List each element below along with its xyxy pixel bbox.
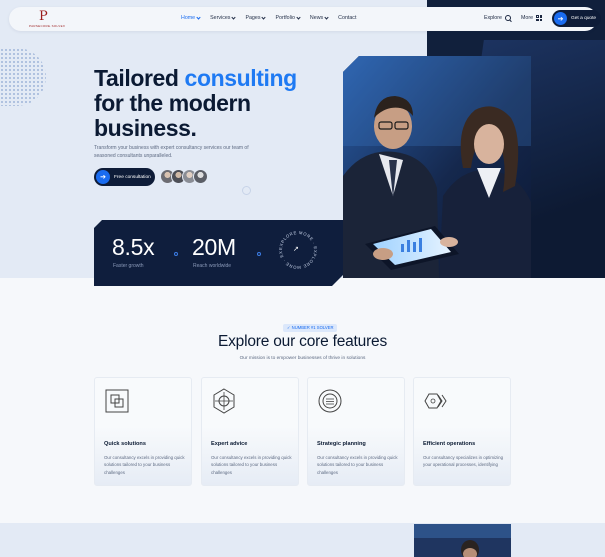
hero-subtitle: Transform your business with expert cons… (94, 145, 249, 159)
stat-label: Faster growth (113, 263, 144, 269)
explore-button[interactable]: Explore (484, 15, 511, 21)
menu-item-news[interactable]: News (310, 14, 329, 21)
stats-card: 8.5x Faster growth 20M Reach worldwide E… (94, 220, 346, 286)
hexagon-chevrons-icon (424, 393, 447, 409)
chevron-down-icon (196, 14, 201, 20)
main-menu: Home Services Pages Portfolio News Conta… (181, 14, 366, 21)
features-title: Explore our core features (217, 333, 388, 350)
hero-title-plain: Tailored (94, 65, 185, 91)
free-consultation-button[interactable]: ➔ Free consultation (94, 168, 155, 186)
arrow-right-icon: ➔ (554, 12, 567, 25)
concentric-circle-icon (318, 389, 342, 413)
feature-card-title: Efficient operations (423, 441, 476, 447)
feature-card-description: Our consultancy excels in providing quic… (317, 455, 398, 475)
menu-item-home[interactable]: Home (181, 14, 201, 21)
more-button[interactable]: More (521, 15, 543, 21)
stat-value: 20M (192, 234, 236, 260)
feature-card-efficient-operations[interactable]: Efficient operations Our consultancy spe… (413, 377, 511, 486)
get-a-quote-label: Get a quote (571, 16, 597, 21)
stat-value: 8.5x (112, 234, 155, 260)
client-avatar-group (160, 169, 208, 184)
free-consultation-label: Free consultation (114, 174, 151, 180)
next-section-background (0, 523, 605, 557)
menu-item-services[interactable]: Services (210, 14, 237, 21)
grid-menu-icon (536, 15, 543, 21)
hero-photo-business-team (343, 56, 531, 278)
chevron-down-icon (231, 14, 237, 20)
hero-title: Tailored consulting for the modern busin… (94, 66, 334, 141)
stat-divider-dot (174, 252, 178, 256)
feature-card-title: Quick solutions (104, 441, 146, 447)
stat-divider-dot (257, 252, 261, 256)
avatar (193, 169, 208, 184)
menu-item-pages[interactable]: Pages (245, 14, 267, 21)
brand-logo[interactable]: P PARSECORE·SOLVEX (29, 9, 66, 28)
logo-mark: P (39, 9, 48, 24)
features-subtitle: Our mission is to empower businesses of … (239, 356, 366, 361)
decorative-ring (242, 186, 251, 195)
arrow-up-right-icon: ↗ (293, 246, 299, 253)
menu-item-contact[interactable]: Contact (338, 15, 356, 21)
explore-label: Explore (484, 15, 502, 21)
feature-card-description: Our consultancy excels in providing quic… (104, 455, 185, 475)
feature-card-strategic-planning[interactable]: Strategic planning Our consultancy excel… (307, 377, 405, 486)
stat-label: Reach worldwide (193, 263, 232, 269)
section-tag-badge: ✓ NUMBER #1 SOLVER (283, 324, 338, 332)
next-section-photo (414, 524, 511, 557)
chevron-down-icon (296, 14, 301, 20)
feature-card-quick-solutions[interactable]: Quick solutions Our consultancy excels i… (94, 377, 192, 486)
arrow-right-icon: ➔ (96, 170, 110, 184)
hero-title-line3: business. (94, 115, 197, 141)
more-label: More (521, 15, 534, 21)
hero-title-accent: consulting (184, 65, 298, 91)
feature-card-title: Strategic planning (317, 441, 366, 447)
chevron-down-icon (324, 14, 329, 20)
hero-title-line2: for the modern (94, 90, 251, 116)
logo-text: PARSECORE·SOLVEX (29, 24, 66, 28)
layered-squares-icon (105, 389, 129, 413)
hexagon-target-icon (213, 388, 235, 414)
feature-card-title: Expert advice (211, 441, 248, 447)
feature-card-expert-advice[interactable]: Expert advice Our consultancy excels in … (201, 377, 299, 486)
top-navbar: P PARSECORE·SOLVEX Home Services Pages P… (9, 7, 601, 31)
feature-card-description: Our consultancy specializes in optimizin… (423, 455, 504, 468)
search-icon (504, 15, 511, 21)
get-a-quote-button[interactable]: ➔ Get a quote (552, 10, 601, 27)
feature-card-description: Our consultancy excels in providing quic… (211, 455, 292, 475)
menu-item-portfolio[interactable]: Portfolio (275, 14, 301, 21)
chevron-down-icon (261, 14, 267, 20)
